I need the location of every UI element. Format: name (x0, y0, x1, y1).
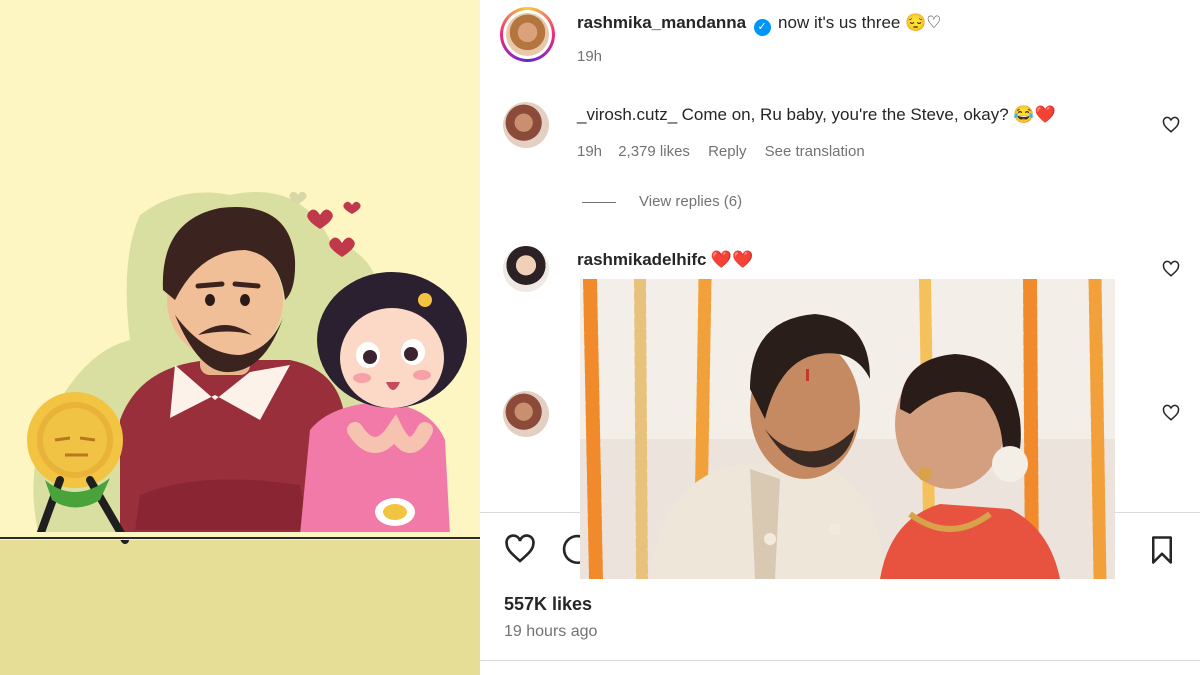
comment-text: Come on, Ru baby, you're the Steve, okay… (681, 105, 1056, 124)
comment-like-heart-icon[interactable] (1162, 404, 1180, 422)
comment-likes-count[interactable]: 2,379 likes (618, 143, 690, 160)
couple-photo-overlay (580, 279, 1115, 579)
comment-like-heart-icon[interactable] (1162, 116, 1180, 134)
comment-username[interactable]: rashmikadelhifc (577, 250, 706, 269)
comment-text: ❤️❤️ (710, 250, 754, 269)
comment-username[interactable]: _virosh.cutz_ (577, 105, 677, 124)
commenter-avatar[interactable] (503, 246, 549, 292)
comment-like-heart-icon[interactable] (1162, 260, 1180, 278)
author-avatar[interactable] (500, 7, 555, 62)
cartoon-couple-illustration (0, 191, 480, 544)
post-caption: now it's us three 😔♡ (778, 13, 942, 32)
post-illustration (0, 0, 480, 675)
see-translation-button[interactable]: See translation (765, 143, 865, 160)
author-username[interactable]: rashmika_mandanna (577, 13, 746, 32)
heart-outline-icon[interactable] (503, 533, 537, 565)
replies-divider-line (582, 202, 616, 203)
commenter-avatar[interactable] (503, 391, 549, 437)
post-caption-row: rashmika_mandanna ✓ now it's us three 😔♡ (577, 13, 941, 36)
comment-time[interactable]: 19h (577, 143, 602, 160)
comment-row: rashmikadelhifc ❤️❤️ (577, 250, 753, 270)
view-replies-button[interactable]: View replies (6) (639, 193, 742, 210)
reply-button[interactable]: Reply (708, 143, 746, 160)
wedding-couple-photo (580, 279, 1115, 579)
verified-badge-icon: ✓ (753, 19, 771, 36)
post-timestamp: 19 hours ago (504, 623, 598, 640)
post-likes-count[interactable]: 557K likes (504, 594, 592, 615)
commenter-avatar[interactable] (503, 102, 549, 148)
post-time[interactable]: 19h (577, 48, 602, 65)
bookmark-icon[interactable] (1147, 534, 1177, 566)
footer-divider (480, 660, 1200, 661)
comment-meta: 19h 2,379 likes Reply See translation (577, 143, 865, 160)
comment-row: _virosh.cutz_ Come on, Ru baby, you're t… (577, 105, 1056, 125)
